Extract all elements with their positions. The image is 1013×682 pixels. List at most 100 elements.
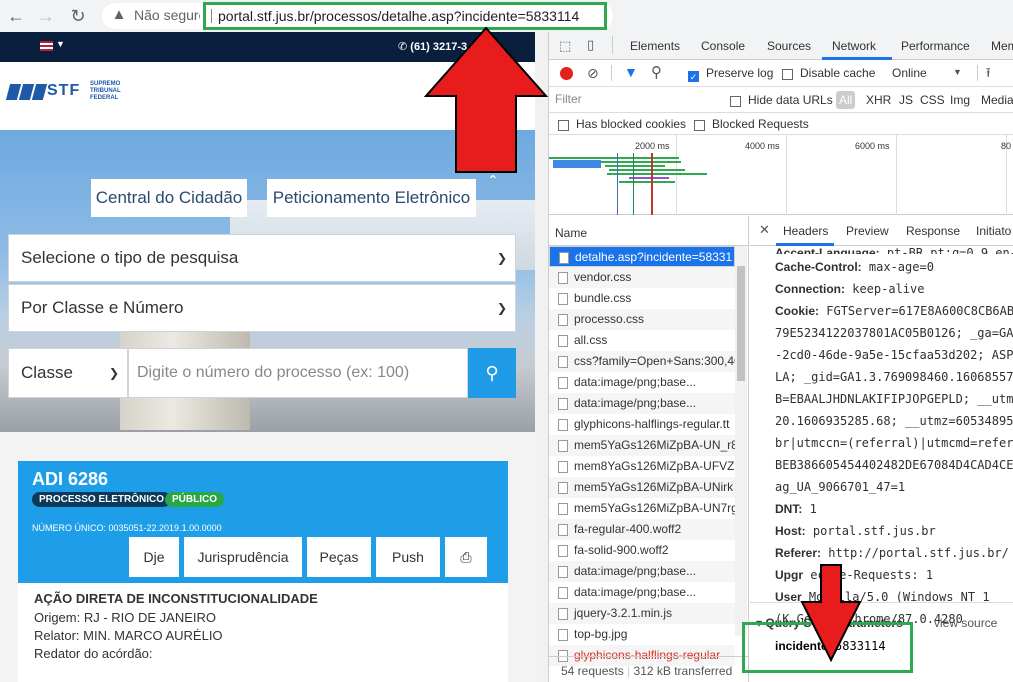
header-key: Cache-Control: xyxy=(775,260,862,274)
dje-button[interactable]: Dje xyxy=(129,537,179,577)
header-value: http://portal.stf.jus.br/ xyxy=(828,546,1009,560)
back-icon[interactable]: ← xyxy=(4,4,28,28)
preserve-log-label[interactable]: Preserve log xyxy=(706,66,773,80)
reload-icon[interactable]: ↻ xyxy=(66,4,90,28)
type-img[interactable]: Img xyxy=(950,93,970,107)
chevron-up-icon[interactable]: ⌃ xyxy=(487,172,499,189)
request-row[interactable]: detalhe.asp?incidente=58331 xyxy=(549,246,735,267)
warning-icon[interactable]: ▲ xyxy=(108,4,130,26)
tab-sources[interactable]: Sources xyxy=(767,39,811,53)
tab-console[interactable]: Console xyxy=(701,39,745,53)
type-css[interactable]: CSS xyxy=(920,93,945,107)
request-row[interactable]: css?family=Open+Sans:300,40 xyxy=(549,351,735,372)
search-type-value: Selecione o tipo de pesquisa xyxy=(21,248,239,267)
request-row[interactable]: glyphicons-halflings-regular.tt xyxy=(549,414,735,435)
peticionamento-button[interactable]: Peticionamento Eletrônico xyxy=(267,179,476,217)
search-mode-value: Por Classe e Número xyxy=(21,298,184,317)
marker-line xyxy=(633,153,634,215)
request-row[interactable]: mem5YaGs126MiZpBA-UN7rg xyxy=(549,498,735,519)
network-summary: 54 requests | 312 kB transferred xyxy=(549,656,749,682)
request-row[interactable]: jquery-3.2.1.min.js xyxy=(549,603,735,624)
request-row[interactable]: data:image/png;base... xyxy=(549,561,735,582)
request-row[interactable]: mem8YaGs126MiZpBA-UFVZ0 xyxy=(549,456,735,477)
tab-memory[interactable]: Mem xyxy=(991,39,1013,53)
logo-text[interactable]: STF xyxy=(47,82,80,100)
tab-headers[interactable]: Headers xyxy=(783,224,828,238)
network-timeline[interactable]: 2000 ms 4000 ms 6000 ms 80 xyxy=(549,135,1013,215)
search-button[interactable]: ⚲ xyxy=(468,348,516,398)
throttling-select[interactable]: Online xyxy=(892,66,927,80)
disable-cache-label[interactable]: Disable cache xyxy=(800,66,875,80)
clear-icon[interactable]: ⊘ xyxy=(587,65,599,82)
jurisprudencia-button[interactable]: Jurisprudência xyxy=(184,537,302,577)
checkbox-checked[interactable]: ✓ xyxy=(688,71,699,82)
request-row[interactable]: mem5YaGs126MiZpBA-UN_r8 xyxy=(549,435,735,456)
type-media[interactable]: Media xyxy=(981,93,1013,107)
request-row[interactable]: data:image/png;base... xyxy=(549,372,735,393)
has-blocked-cookies-checkbox[interactable] xyxy=(558,118,569,136)
request-row[interactable]: data:image/png;base... xyxy=(549,393,735,414)
push-button[interactable]: Push xyxy=(376,537,440,577)
request-row[interactable]: bundle.css xyxy=(549,288,735,309)
query-param-highlight-box xyxy=(742,622,913,673)
record-icon[interactable] xyxy=(560,67,573,80)
type-all[interactable]: All xyxy=(836,91,856,109)
search-mode-select[interactable]: Por Classe e Número ❯ xyxy=(8,284,516,332)
preserve-log-checkbox[interactable]: ✓ xyxy=(688,67,699,85)
insecure-label[interactable]: Não seguro xyxy=(134,7,200,23)
name-column-header[interactable]: Name xyxy=(549,216,749,246)
request-row[interactable]: fa-solid-900.woff2 xyxy=(549,540,735,561)
request-row[interactable]: all.css xyxy=(549,330,735,351)
filter-icon[interactable]: ▼ xyxy=(624,64,638,80)
hide-data-urls-checkbox[interactable] xyxy=(730,94,741,112)
print-button[interactable]: ⎙ xyxy=(445,537,487,577)
forward-icon[interactable]: → xyxy=(34,4,58,28)
request-row[interactable]: vendor.css xyxy=(549,267,735,288)
tab-elements[interactable]: Elements xyxy=(630,39,680,53)
site-scrollbar[interactable] xyxy=(535,32,548,682)
caret-down-icon[interactable]: ▼ xyxy=(56,39,65,49)
caret-down-icon[interactable]: ▼ xyxy=(953,67,962,77)
inspect-icon[interactable]: ⬚ xyxy=(559,38,571,54)
blocked-requests-label[interactable]: Blocked Requests xyxy=(712,117,809,131)
device-icon[interactable]: ▯ xyxy=(587,37,594,53)
us-flag-icon[interactable] xyxy=(40,41,53,51)
classe-select[interactable]: Classe ❯ xyxy=(8,348,128,398)
checkbox[interactable] xyxy=(694,120,705,131)
type-xhr[interactable]: XHR xyxy=(866,93,891,107)
close-icon[interactable]: ✕ xyxy=(759,222,770,238)
request-row[interactable]: mem5YaGs126MiZpBA-UNirk xyxy=(549,477,735,498)
tab-initiator[interactable]: Initiato xyxy=(976,224,1011,238)
type-js[interactable]: JS xyxy=(899,93,913,107)
blocked-requests-checkbox[interactable] xyxy=(694,118,705,136)
scrollbar-thumb[interactable] xyxy=(737,266,745,381)
checkbox[interactable] xyxy=(730,96,741,107)
checkbox[interactable] xyxy=(782,69,793,80)
process-number-input[interactable]: Digite o número do processo (ex: 100) xyxy=(128,348,468,398)
central-cidadao-button[interactable]: Central do Cidadão xyxy=(91,179,247,217)
disable-cache-checkbox[interactable] xyxy=(782,67,793,85)
search-icon[interactable]: ⚲ xyxy=(651,63,662,81)
request-row[interactable]: top-bg.jpg xyxy=(549,624,735,645)
tab-response[interactable]: Response xyxy=(906,224,960,238)
search-type-select[interactable]: Selecione o tipo de pesquisa ❯ xyxy=(8,234,516,282)
view-source-link[interactable]: view source xyxy=(934,616,997,630)
checkbox[interactable] xyxy=(558,120,569,131)
tab-preview[interactable]: Preview xyxy=(846,224,889,238)
stf-logo-icon[interactable] xyxy=(5,84,48,105)
tab-network[interactable]: Network xyxy=(832,39,876,53)
file-icon xyxy=(558,293,568,305)
has-blocked-cookies-label[interactable]: Has blocked cookies xyxy=(576,117,686,131)
request-row[interactable]: processo.css xyxy=(549,309,735,330)
request-row[interactable]: fa-regular-400.woff2 xyxy=(549,519,735,540)
url-text[interactable]: portal.stf.jus.br/processos/detalhe.asp?… xyxy=(218,8,579,24)
filter-input[interactable]: Filter xyxy=(555,92,717,108)
hide-data-urls-label[interactable]: Hide data URLs xyxy=(748,93,833,107)
divider xyxy=(977,65,978,81)
url-highlight-box[interactable]: portal.stf.jus.br/processos/detalhe.asp?… xyxy=(203,2,607,30)
request-row[interactable]: data:image/png;base... xyxy=(549,582,735,603)
pecas-button[interactable]: Peças xyxy=(307,537,371,577)
import-icon[interactable]: ⭱ xyxy=(986,64,991,86)
network-toolbar: ⊘ ▼ ⚲ ✓ Preserve log Disable cache Onlin… xyxy=(549,60,1013,87)
tab-performance[interactable]: Performance xyxy=(901,39,970,53)
